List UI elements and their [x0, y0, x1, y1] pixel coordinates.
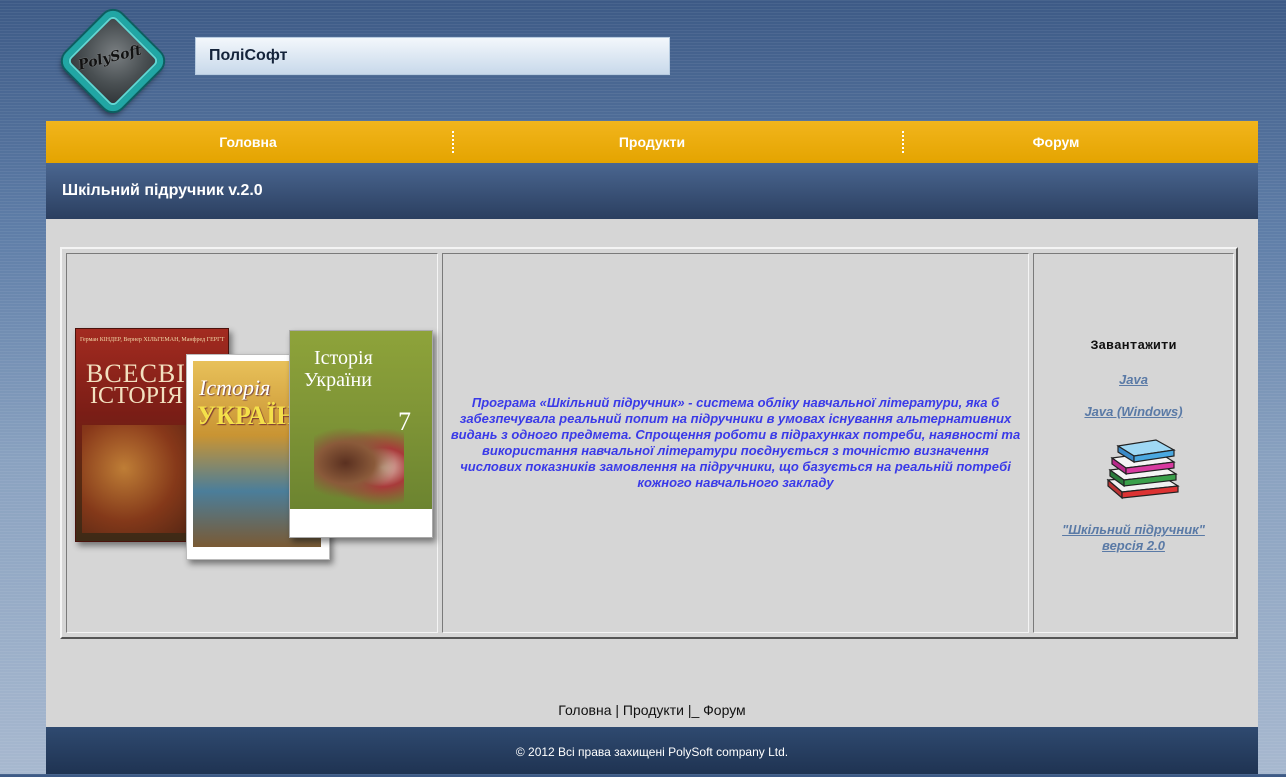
- page-title: Шкільний підручник v.2.0: [62, 182, 263, 199]
- book-title: України: [304, 369, 372, 391]
- books-icon[interactable]: [1102, 436, 1182, 502]
- book-figures: [314, 421, 404, 505]
- download-version-link[interactable]: "Шкільний підручник" версія 2.0: [1034, 522, 1233, 554]
- book-covers-cell: Герман КІНДЕР, Вернер ХІЛЬГЕМАН, Манфред…: [66, 253, 438, 633]
- nav-separator: [902, 131, 904, 153]
- footer-links: Головна | Продукти |_ Форум: [46, 702, 1258, 718]
- footer-link-forum[interactable]: Форум: [703, 702, 746, 718]
- footer-separator: |_: [687, 702, 700, 718]
- site-name: ПоліСофт: [195, 37, 670, 75]
- book-title: ІСТОРІЯ: [90, 383, 184, 409]
- download-java-link[interactable]: Java: [1034, 372, 1233, 387]
- book-title: Історія: [199, 375, 271, 400]
- footer-link-products[interactable]: Продукти: [623, 702, 684, 718]
- nav-item-forum[interactable]: Форум: [854, 121, 1258, 163]
- book-cover-ukraine-history-7: Історія України 7: [289, 330, 433, 538]
- nav-item-home[interactable]: Головна: [46, 121, 450, 163]
- polysoft-logo[interactable]: PolySoft: [57, 5, 169, 117]
- main-content: Герман КІНДЕР, Вернер ХІЛЬГЕМАН, Манфред…: [46, 219, 1258, 727]
- page-title-bar: Шкільний підручник v.2.0: [46, 163, 1258, 219]
- book-title: Історія: [314, 347, 373, 369]
- download-cell: Завантажити Java Java (Windows) "Шкільни…: [1033, 253, 1234, 633]
- footer-separator: |: [615, 702, 623, 718]
- copyright-text: © 2012 Всі права захищені PolySoft compa…: [515, 745, 789, 759]
- footer-link-home[interactable]: Головна: [558, 702, 611, 718]
- version-line: версія 2.0: [1102, 538, 1165, 553]
- book-authors: Герман КІНДЕР, Вернер ХІЛЬГЕМАН, Манфред…: [80, 337, 225, 343]
- product-table: Герман КІНДЕР, Вернер ХІЛЬГЕМАН, Манфред…: [60, 247, 1238, 639]
- main-nav: Головна Продукти Форум: [46, 121, 1258, 163]
- footer-bar: © 2012 Всі права захищені PolySoft compa…: [46, 727, 1258, 774]
- description-cell: Програма «Шкільний підручник» - система …: [442, 253, 1029, 633]
- product-description: Програма «Шкільний підручник» - система …: [450, 395, 1021, 490]
- nav-item-products[interactable]: Продукти: [450, 121, 854, 163]
- nav-separator: [452, 131, 454, 153]
- version-line: "Шкільний підручник": [1062, 522, 1205, 537]
- download-java-windows-link[interactable]: Java (Windows): [1034, 404, 1233, 419]
- download-title: Завантажити: [1090, 338, 1177, 353]
